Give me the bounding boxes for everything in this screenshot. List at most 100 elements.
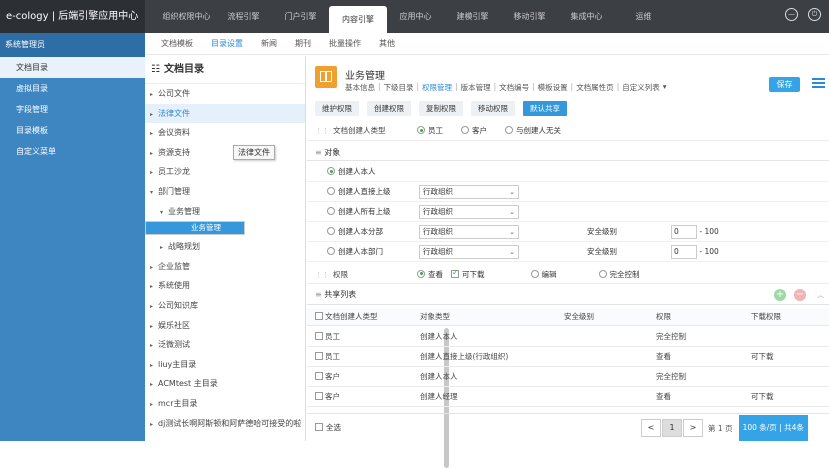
sidebar-item-virtual-catalog[interactable]: 虚拟目录 bbox=[0, 78, 145, 99]
caret-right-icon[interactable]: ▸ bbox=[150, 317, 158, 336]
page-size-select[interactable]: 100 条/页 | 共4条 bbox=[738, 415, 808, 441]
caret-right-icon[interactable]: ▸ bbox=[150, 277, 158, 296]
tree-item[interactable]: ▸ 会议资料 bbox=[145, 123, 305, 143]
object-radio[interactable] bbox=[327, 247, 335, 255]
topnav-portal[interactable]: 门户引擎 bbox=[272, 0, 329, 33]
topnav-workflow[interactable]: 流程引擎 bbox=[215, 0, 272, 33]
security-max[interactable]: 100 bbox=[704, 247, 718, 256]
row-checkbox[interactable] bbox=[315, 372, 323, 380]
radio-view[interactable]: 查看 bbox=[417, 269, 443, 280]
sidebar-item-catalog-template[interactable]: 目录模板 bbox=[0, 120, 145, 141]
tab-copy-perm[interactable]: 复制权限 bbox=[419, 101, 463, 116]
tree-item[interactable]: ▸ dj测试长啊阿斯顿和阿萨德哈可接受的啦 bbox=[145, 414, 305, 434]
subnav-doc-template[interactable]: 文档模板 bbox=[161, 33, 193, 54]
caret-down-icon[interactable]: ▾ bbox=[150, 183, 158, 202]
tree-item[interactable]: ▾ 业务管理 bbox=[145, 202, 305, 222]
tree-item[interactable]: ▸ 公司知识库 bbox=[145, 296, 305, 316]
tab-maintain-perm[interactable]: 维护权限 bbox=[315, 101, 359, 116]
topnav-org[interactable]: 组织权限中心 bbox=[158, 0, 215, 33]
checkbox-download[interactable]: 可下载 bbox=[451, 268, 485, 280]
save-button[interactable]: 保存 bbox=[769, 77, 800, 92]
radio-employee[interactable]: 员工 bbox=[417, 125, 443, 136]
caret-right-icon[interactable]: ▸ bbox=[150, 395, 158, 414]
radio-customer[interactable]: 客户 bbox=[461, 125, 487, 136]
tree-item[interactable]: ▸ 战略规划 bbox=[145, 237, 305, 257]
tab-template-settings[interactable]: 模板设置 bbox=[538, 82, 568, 93]
radio-full-control[interactable]: 完全控制 bbox=[598, 269, 640, 280]
org-select[interactable]: 行政组织 ⌄ bbox=[419, 224, 519, 239]
sidebar-item-doc-catalog[interactable]: 文档目录 bbox=[0, 57, 145, 78]
caret-right-icon[interactable]: ▸ bbox=[150, 415, 158, 434]
tab-sub-catalog[interactable]: 下级目录 bbox=[384, 82, 414, 93]
subnav-other[interactable]: 其他 bbox=[379, 33, 395, 54]
org-select[interactable]: 行政组织 ⌄ bbox=[419, 184, 519, 199]
object-radio[interactable] bbox=[327, 207, 335, 215]
sidebar-item-custom-menu[interactable]: 自定义菜单 bbox=[0, 141, 145, 162]
tab-basic-info[interactable]: 基本信息 bbox=[345, 82, 375, 93]
tree-item[interactable]: ▸ 系统使用 bbox=[145, 276, 305, 296]
tree-item[interactable]: ▸ 资源支持 bbox=[145, 143, 305, 163]
caret-right-icon[interactable]: ▸ bbox=[160, 238, 168, 257]
object-radio[interactable] bbox=[327, 187, 335, 195]
menu-icon[interactable] bbox=[812, 78, 825, 90]
tree-item[interactable]: ▸ mcr主目录 bbox=[145, 394, 305, 414]
table-row[interactable]: 客户 创建人本人 完全控制 bbox=[307, 367, 829, 387]
caret-right-icon[interactable]: ▸ bbox=[150, 144, 158, 163]
org-select[interactable]: 行政组织 ⌄ bbox=[419, 204, 519, 219]
security-max[interactable]: 100 bbox=[704, 227, 718, 236]
security-min-input[interactable]: 0 bbox=[671, 244, 697, 259]
object-radio[interactable] bbox=[327, 227, 335, 235]
tab-move-perm[interactable]: 移动权限 bbox=[471, 101, 515, 116]
caret-right-icon[interactable]: ▸ bbox=[150, 85, 158, 104]
tree-item[interactable]: ▸ 企业监管 bbox=[145, 257, 305, 277]
tree-item[interactable]: ▸ 娱乐社区 bbox=[145, 316, 305, 336]
row-checkbox[interactable] bbox=[315, 352, 323, 360]
tree-item[interactable]: ▸ ACMtest 主目录 bbox=[145, 374, 305, 394]
caret-right-icon[interactable]: ▸ bbox=[150, 356, 158, 375]
caret-right-icon[interactable]: ▸ bbox=[150, 258, 158, 277]
sidebar-item-fields[interactable]: 字段管理 bbox=[0, 99, 145, 120]
next-page-button[interactable]: > bbox=[683, 419, 703, 437]
table-row[interactable]: 员工 创建人直接上级(行政组织) 查看 可下载 bbox=[307, 347, 829, 367]
tab-versions[interactable]: 版本管理 bbox=[461, 82, 491, 93]
power-icon[interactable]: ⏻ bbox=[808, 8, 821, 21]
caret-down-icon[interactable]: ▾ bbox=[160, 203, 168, 222]
add-icon[interactable]: + bbox=[774, 289, 786, 301]
tree-item[interactable]: ▸ 法律文件 bbox=[145, 103, 305, 124]
header-checkbox[interactable] bbox=[315, 312, 323, 320]
tab-doc-attributes[interactable]: 文档属性页 bbox=[576, 82, 614, 93]
table-row[interactable]: 员工 创建人本人 完全控制 bbox=[307, 327, 829, 347]
topnav-ops[interactable]: 运维 bbox=[615, 0, 672, 33]
org-select[interactable]: 行政组织 ⌄ bbox=[419, 244, 519, 259]
caret-right-icon[interactable]: ▸ bbox=[150, 163, 158, 182]
tab-default-share[interactable]: 默认共享 bbox=[523, 101, 567, 116]
remove-icon[interactable]: − bbox=[794, 289, 806, 301]
tab-create-perm[interactable]: 创建权限 bbox=[367, 101, 411, 116]
row-checkbox[interactable] bbox=[315, 392, 323, 400]
caret-right-icon[interactable]: ▸ bbox=[150, 105, 158, 124]
topnav-integration[interactable]: 集成中心 bbox=[558, 0, 615, 33]
tab-permissions[interactable]: 权限管理 bbox=[422, 82, 452, 93]
select-all[interactable]: 全选 bbox=[307, 422, 341, 433]
tree-item[interactable]: ▸ 员工沙龙 bbox=[145, 162, 305, 182]
page-input[interactable]: 1 bbox=[718, 424, 723, 433]
collapse-icon[interactable]: ︿ bbox=[817, 285, 824, 305]
caret-right-icon[interactable]: ▸ bbox=[150, 336, 158, 355]
subnav-news[interactable]: 新闻 bbox=[261, 33, 277, 54]
tab-doc-number[interactable]: 文档编号 bbox=[499, 82, 529, 93]
object-radio[interactable] bbox=[327, 167, 335, 175]
topnav-modeling[interactable]: 建模引擎 bbox=[444, 0, 501, 33]
caret-right-icon[interactable]: ▸ bbox=[150, 375, 158, 394]
tree-item[interactable]: ▸ 泛微测试 bbox=[145, 335, 305, 355]
row-checkbox[interactable] bbox=[315, 332, 323, 340]
caret-right-icon[interactable]: ▸ bbox=[150, 124, 158, 143]
object-section-header[interactable]: ≡ 对象 bbox=[307, 144, 829, 161]
topnav-mobile[interactable]: 移动引擎 bbox=[501, 0, 558, 33]
radio-unrelated[interactable]: 与创建人无关 bbox=[505, 125, 561, 136]
tree-item[interactable]: ▾ 部门管理 bbox=[145, 182, 305, 202]
subnav-journal[interactable]: 期刊 bbox=[295, 33, 311, 54]
radio-edit[interactable]: 编辑 bbox=[530, 269, 557, 280]
table-row[interactable]: 客户 创建人经理 查看 可下载 bbox=[307, 387, 829, 407]
subnav-batch[interactable]: 批量操作 bbox=[329, 33, 361, 54]
topnav-apps[interactable]: 应用中心 bbox=[387, 0, 444, 33]
